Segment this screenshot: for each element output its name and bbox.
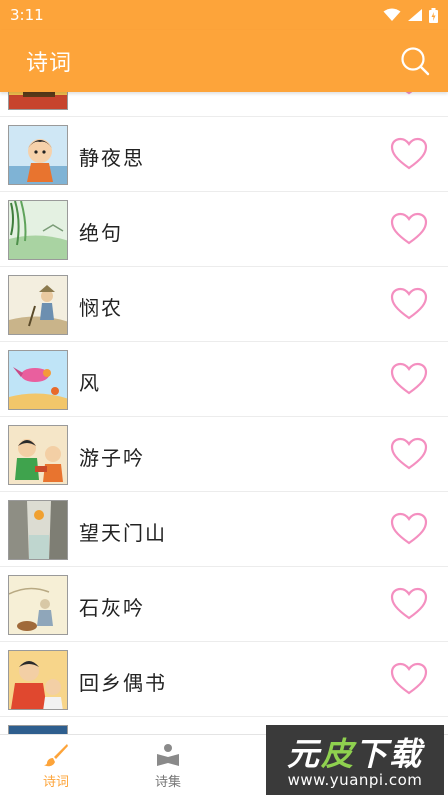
poem-thumbnail: [8, 125, 68, 185]
list-item[interactable]: 望天门山: [0, 492, 448, 567]
wifi-icon: [383, 8, 401, 21]
list-item[interactable]: 静夜思: [0, 117, 448, 192]
poem-thumbnail: [8, 350, 68, 410]
watermark: 元皮下载 www.yuanpi.com: [266, 725, 444, 795]
poem-title: 望天门山: [79, 521, 167, 545]
status-icons: [383, 7, 438, 23]
thumb-top-image: [9, 92, 67, 109]
thumb-willow-image: [9, 201, 67, 259]
heart-icon[interactable]: [390, 92, 428, 96]
list-item[interactable]: 回乡偶书: [0, 642, 448, 717]
watermark-logo: 元皮下载: [266, 729, 444, 775]
page-title: 诗词: [26, 51, 73, 76]
poem-title: 回乡偶书: [79, 671, 167, 695]
poem-list-inner: 静夜思 绝句 悯农 风 游子吟 望天门山 石灰吟 回乡偶书: [0, 92, 448, 734]
list-item[interactable]: [0, 92, 448, 117]
watermark-url: www.yuanpi.com: [287, 771, 423, 789]
book-reader-icon: [157, 743, 179, 766]
battery-icon: [429, 7, 438, 23]
thumb-sketch-image: [9, 576, 67, 634]
heart-icon[interactable]: [390, 137, 428, 171]
poem-title: 悯农: [79, 296, 123, 320]
list-item[interactable]: 绝句: [0, 192, 448, 267]
poem-title: 静夜思: [79, 146, 145, 170]
tab-poems-label: 诗词: [42, 774, 69, 790]
list-item[interactable]: 石灰吟: [0, 567, 448, 642]
list-item[interactable]: 游子吟: [0, 417, 448, 492]
poem-thumbnail: [8, 275, 68, 335]
tab-collections-label: 诗集: [154, 774, 181, 790]
poem-thumbnail: [8, 500, 68, 560]
heart-icon[interactable]: [390, 662, 428, 696]
thumb-mother-image: [9, 426, 67, 484]
poem-thumbnail: [8, 200, 68, 260]
status-bar: 3:11: [0, 0, 448, 30]
search-button[interactable]: [398, 44, 432, 78]
thumb-bird-image: [9, 351, 67, 409]
thumb-bottom-image: [9, 726, 67, 734]
poem-thumbnail: [8, 92, 68, 110]
brush-icon: [44, 743, 68, 766]
heart-icon[interactable]: [390, 362, 428, 396]
thumb-oldman-image: [9, 651, 67, 709]
heart-icon[interactable]: [390, 212, 428, 246]
poem-thumbnail: [8, 725, 68, 734]
app-bar: 诗词: [0, 30, 448, 92]
poem-title: 风: [79, 371, 101, 395]
poem-list[interactable]: 静夜思 绝句 悯农 风 游子吟 望天门山 石灰吟 回乡偶书: [0, 92, 448, 734]
list-item[interactable]: 风: [0, 342, 448, 417]
thumb-mountain-image: [9, 501, 67, 559]
status-time: 3:11: [10, 6, 44, 24]
tab-poems[interactable]: 诗词: [0, 735, 112, 796]
poem-thumbnail: [8, 650, 68, 710]
heart-icon[interactable]: [390, 512, 428, 546]
watermark-char-b: 皮: [320, 735, 355, 773]
poem-thumbnail: [8, 425, 68, 485]
watermark-char-c: 下载: [355, 735, 424, 773]
tab-collections[interactable]: 诗集: [112, 735, 224, 796]
search-icon: [401, 47, 430, 76]
heart-icon[interactable]: [390, 587, 428, 621]
watermark-char-a: 元: [286, 735, 321, 773]
poem-title: 石灰吟: [79, 596, 145, 620]
poem-thumbnail: [8, 575, 68, 635]
list-item[interactable]: 悯农: [0, 267, 448, 342]
signal-icon: [408, 9, 422, 21]
thumb-farmer-image: [9, 276, 67, 334]
heart-icon[interactable]: [390, 437, 428, 471]
thumb-child-image: [9, 126, 67, 184]
poem-title: 绝句: [79, 221, 123, 245]
poem-title: 游子吟: [79, 446, 145, 470]
heart-icon[interactable]: [390, 287, 428, 321]
